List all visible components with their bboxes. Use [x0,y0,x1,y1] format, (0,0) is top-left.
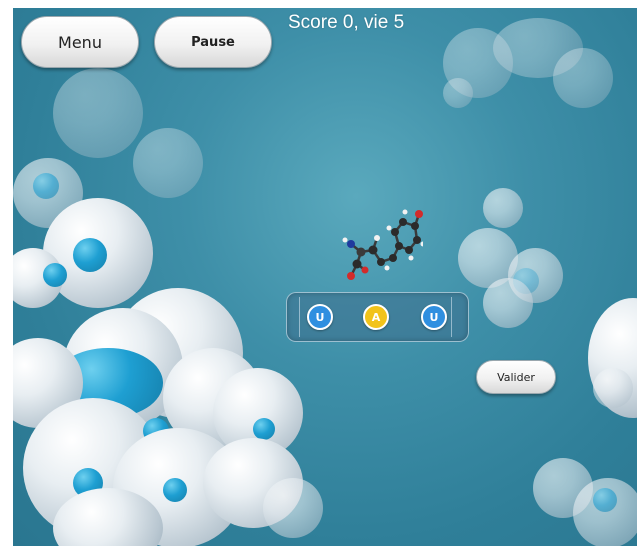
codon-panel: U A U [286,292,469,342]
nucleotide-2[interactable]: A [363,304,389,330]
pause-button[interactable]: Pause [154,16,272,68]
validate-button[interactable]: Valider [476,360,556,394]
nucleotide-3[interactable]: U [421,304,447,330]
codon-divider-left [299,297,300,337]
menu-button[interactable]: Menu [21,16,139,68]
nucleotide-1[interactable]: U [307,304,333,330]
score-display: Score 0, vie 5 [288,12,405,33]
amino-acid-molecule-icon [342,209,423,280]
game-view: U A U Menu Pause Score 0, vie 5 Valider [13,8,637,546]
codon-divider-right [451,297,452,337]
